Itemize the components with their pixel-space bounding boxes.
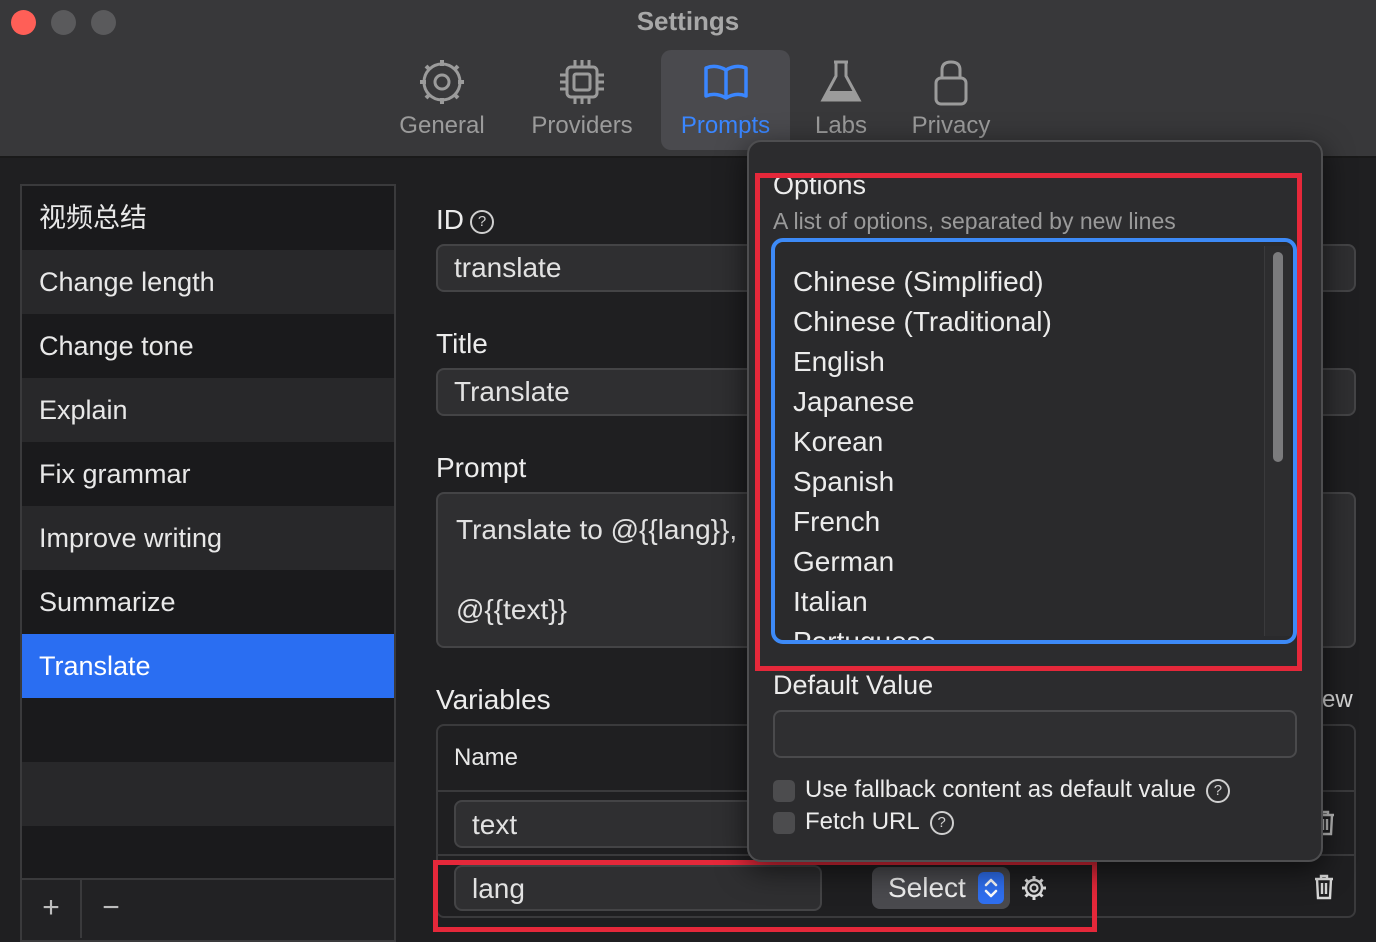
sidebar-empty-row: [22, 698, 394, 762]
tab-general[interactable]: General: [382, 50, 502, 150]
sidebar-footer: + −: [22, 878, 394, 940]
prompt-line-1: Translate to @{{lang}},: [456, 514, 738, 545]
tab-labs[interactable]: Labs: [800, 50, 882, 150]
window-title: Settings: [636, 6, 740, 36]
window-toolbar: Settings General Providers Prompts Labs …: [0, 0, 1376, 158]
flask-icon: [820, 60, 862, 102]
trash-icon[interactable]: [1313, 874, 1335, 900]
tab-providers-label: Providers: [531, 112, 633, 139]
tab-providers[interactable]: Providers: [520, 50, 644, 150]
tab-prompts[interactable]: Prompts: [661, 50, 790, 150]
prompt-line-2: @{{text}}: [456, 594, 567, 625]
fallback-checkbox-label: Use fallback content as default value: [805, 776, 1196, 803]
sidebar-item-explain[interactable]: Explain: [22, 378, 394, 442]
annotation-highlight: [755, 173, 1302, 671]
title-label: Title: [436, 328, 488, 359]
fallback-help-icon[interactable]: ?: [1205, 778, 1230, 803]
sidebar-item-fix-grammar[interactable]: Fix grammar: [22, 442, 394, 506]
tab-labs-label: Labs: [814, 112, 868, 139]
chip-icon: [560, 60, 604, 104]
id-label: ID: [436, 204, 464, 235]
fetch-url-checkbox[interactable]: [773, 811, 795, 834]
annotation-highlight: [433, 860, 1097, 932]
fallback-checkbox[interactable]: [773, 779, 795, 802]
variables-label: Variables: [436, 684, 551, 715]
sidebar-item-improve-writing[interactable]: Improve writing: [22, 506, 394, 570]
fetch-url-help-icon[interactable]: ?: [929, 810, 954, 835]
prompt-label: Prompt: [436, 452, 527, 483]
sidebar-item-video-summary[interactable]: 视频总结: [22, 186, 394, 250]
add-prompt-button[interactable]: +: [22, 880, 80, 938]
default-value-field[interactable]: [773, 710, 1297, 758]
fallback-checkbox-row[interactable]: Use fallback content as default value?: [773, 776, 1230, 804]
prompts-sidebar: 视频总结 Change length Change tone Explain F…: [20, 184, 396, 942]
lock-icon: [934, 60, 968, 106]
gear-icon: [420, 60, 464, 104]
default-value-label: Default Value: [773, 670, 934, 700]
sidebar-item-translate[interactable]: Translate: [22, 634, 394, 698]
sidebar-empty-row: [22, 826, 394, 878]
tab-prompts-label: Prompts: [680, 112, 771, 139]
id-label-row: ID?: [436, 204, 494, 236]
sidebar-item-change-length[interactable]: Change length: [22, 250, 394, 314]
name-column-header: Name: [454, 744, 519, 771]
sidebar-item-summarize[interactable]: Summarize: [22, 570, 394, 634]
tab-privacy[interactable]: Privacy: [900, 50, 1002, 150]
book-icon: [703, 64, 748, 100]
variables-right-fragment: ew: [1322, 686, 1353, 713]
tab-general-label: General: [399, 112, 485, 139]
sidebar-empty-row: [22, 762, 394, 826]
sidebar-item-change-tone[interactable]: Change tone: [22, 314, 394, 378]
fetch-url-label: Fetch URL: [805, 808, 920, 835]
tab-privacy-label: Privacy: [911, 112, 991, 139]
fetch-url-checkbox-row[interactable]: Fetch URL?: [773, 808, 954, 836]
id-help-icon[interactable]: ?: [470, 209, 494, 234]
remove-prompt-button[interactable]: −: [82, 880, 140, 938]
